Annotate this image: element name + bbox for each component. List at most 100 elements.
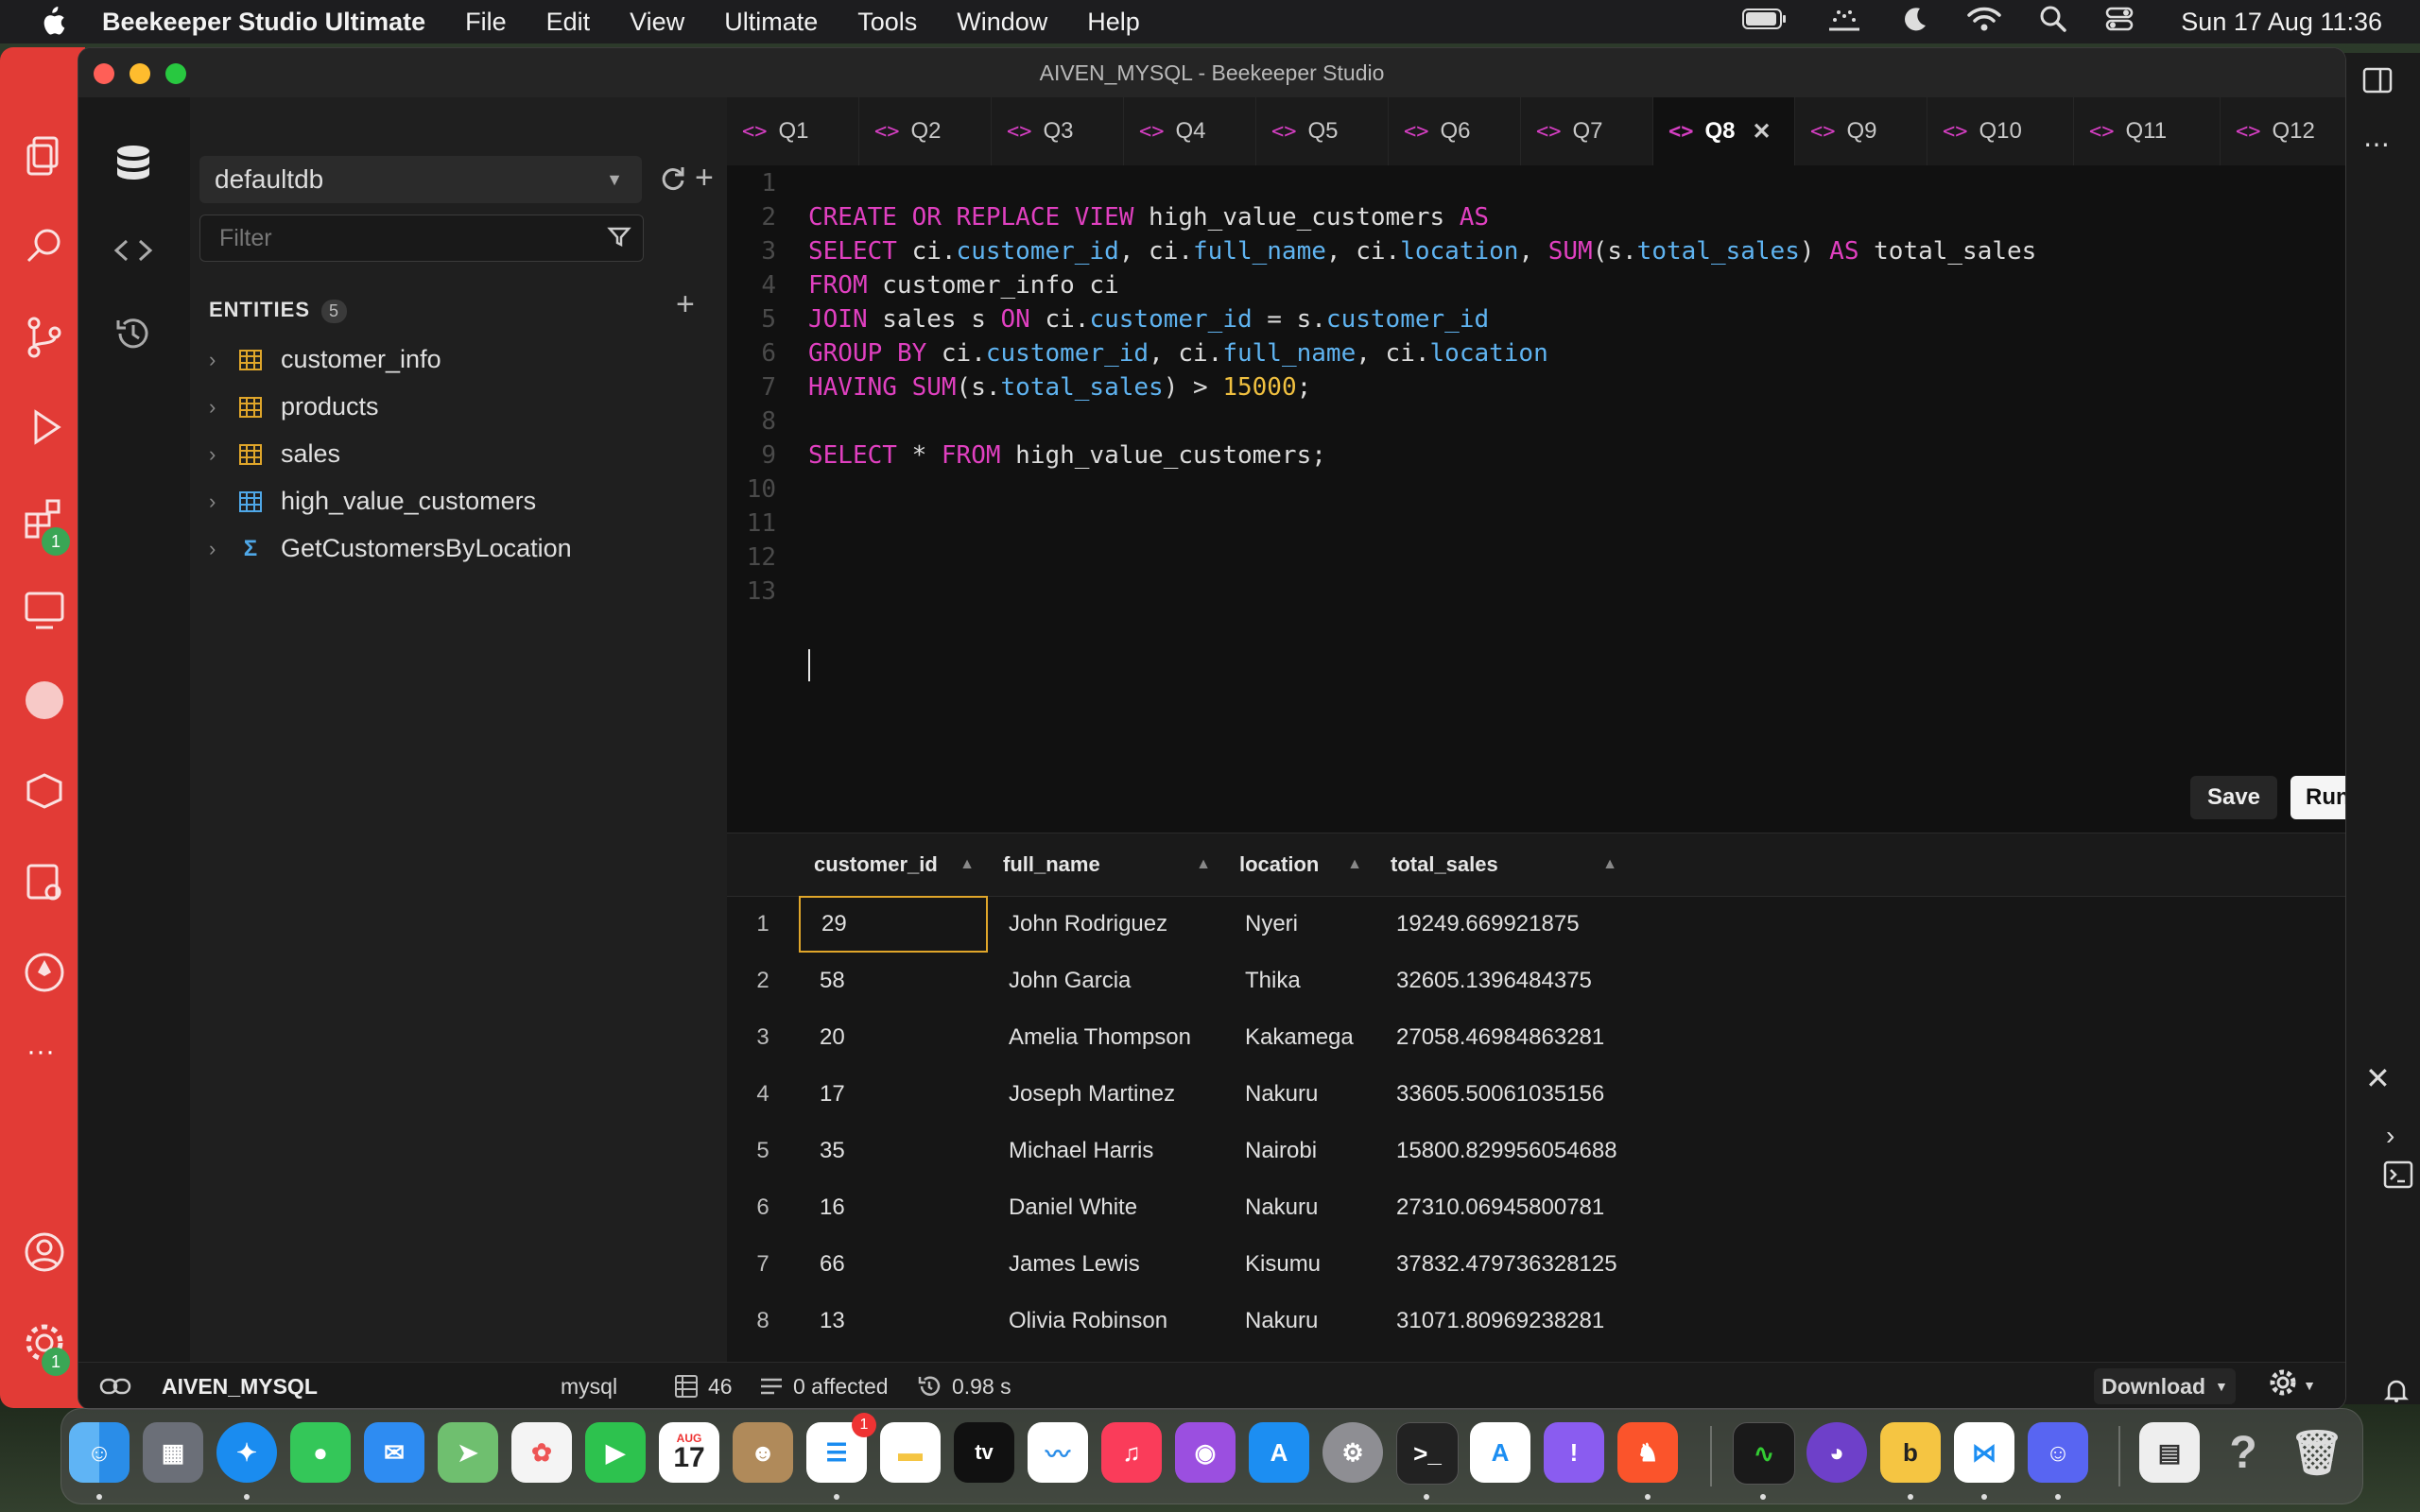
maps-icon[interactable]: ➤ bbox=[438, 1422, 498, 1483]
display-icon[interactable] bbox=[1825, 5, 1863, 40]
table-row[interactable]: 6 16 Daniel White Nakuru 27310.06945800781 bbox=[727, 1179, 2345, 1236]
photos-icon[interactable]: ✿ bbox=[511, 1422, 572, 1483]
add-connection-icon[interactable]: + bbox=[695, 160, 714, 197]
moon-icon[interactable] bbox=[1901, 5, 1929, 40]
menu-window[interactable]: Window bbox=[957, 8, 1047, 37]
entity-products[interactable]: › products bbox=[209, 392, 379, 421]
database-icon[interactable] bbox=[105, 135, 162, 192]
chevron-right-icon[interactable]: › bbox=[209, 348, 237, 372]
table-row[interactable]: 4 17 Joseph Martinez Nakuru 33605.5006103515… bbox=[727, 1066, 2345, 1123]
translate-icon[interactable]: A bbox=[1470, 1422, 1530, 1483]
table-cell[interactable]: Thika bbox=[1224, 953, 1375, 1009]
control-center-icon[interactable] bbox=[2105, 5, 2134, 40]
tab-q10[interactable]: <> Q10 bbox=[1927, 97, 2074, 165]
battery-icon[interactable] bbox=[1742, 8, 1788, 37]
table-cell[interactable]: Amelia Thompson bbox=[988, 1009, 1224, 1066]
clock[interactable]: Sun 17 Aug 11:36 bbox=[2181, 8, 2382, 37]
table-cell[interactable]: 31071.80969238281 bbox=[1375, 1293, 1659, 1349]
query-code-icon[interactable] bbox=[105, 222, 162, 279]
docker-icon[interactable] bbox=[21, 858, 68, 905]
remote-explorer-icon[interactable] bbox=[21, 586, 68, 633]
gitlens-icon[interactable] bbox=[21, 677, 68, 724]
add-entity-icon[interactable]: + bbox=[676, 286, 695, 323]
sort-arrow-icon[interactable]: ▲ bbox=[959, 856, 975, 873]
table-row[interactable]: 5 35 Michael Harris Nairobi 15800.8299560546… bbox=[727, 1123, 2345, 1179]
files-icon[interactable] bbox=[21, 132, 68, 180]
finder-icon[interactable]: ☺ bbox=[69, 1422, 130, 1483]
table-row[interactable]: 3 20 Amelia Thompson Kakamega 27058.46984863… bbox=[727, 1009, 2345, 1066]
tab-q11[interactable]: <> Q11 bbox=[2074, 97, 2221, 165]
github-icon[interactable]: ◕ bbox=[1806, 1422, 1867, 1483]
table-row[interactable]: 7 66 James Lewis Kisumu 37832.479736328125 bbox=[727, 1236, 2345, 1293]
more-icon[interactable]: ··· bbox=[26, 1036, 55, 1068]
tab-q12[interactable]: <> Q12 bbox=[2221, 97, 2329, 165]
sort-arrow-icon[interactable]: ▲ bbox=[1602, 856, 1617, 873]
column-header-location[interactable]: location ▲ bbox=[1224, 833, 1375, 896]
menu-edit[interactable]: Edit bbox=[546, 8, 591, 37]
sql-editor[interactable]: 1 2 3 4 5 6 7 8 9 10 11 12 13 CREATE OR … bbox=[727, 165, 2345, 833]
music-icon[interactable]: ♫ bbox=[1101, 1422, 1162, 1483]
notification-bell-icon[interactable] bbox=[2382, 1376, 2411, 1409]
contacts-icon[interactable]: ☻ bbox=[733, 1422, 793, 1483]
app-store-icon[interactable]: A bbox=[1249, 1422, 1309, 1483]
table-cell[interactable]: John Rodriguez bbox=[988, 896, 1224, 953]
sort-arrow-icon[interactable]: ▲ bbox=[1196, 856, 1211, 873]
table-cell[interactable]: Kisumu bbox=[1224, 1236, 1375, 1293]
trash-icon[interactable]: 🗑 bbox=[2287, 1422, 2347, 1483]
chevron-right-icon[interactable]: › bbox=[209, 490, 237, 514]
zoom-window-button[interactable] bbox=[165, 63, 186, 84]
refresh-icon[interactable] bbox=[659, 163, 687, 197]
save-button[interactable]: Save bbox=[2190, 776, 2277, 819]
launchpad-icon[interactable]: ▦ bbox=[143, 1422, 203, 1483]
entity-sales[interactable]: › sales bbox=[209, 439, 340, 469]
minimize-window-button[interactable] bbox=[130, 63, 150, 84]
tab-q7[interactable]: <> Q7 bbox=[1521, 97, 1653, 165]
table-cell[interactable]: 27310.06945800781 bbox=[1375, 1179, 1659, 1236]
tab-q2[interactable]: <> Q2 bbox=[859, 97, 992, 165]
table-cell[interactable]: Nakuru bbox=[1224, 1066, 1375, 1123]
calendar-icon[interactable]: AUG 17 bbox=[659, 1422, 719, 1483]
result-settings-button[interactable]: ▼ bbox=[2264, 1366, 2321, 1404]
sort-arrow-icon[interactable]: ▲ bbox=[1347, 856, 1362, 873]
beekeeper-icon[interactable]: b bbox=[1880, 1422, 1941, 1483]
entity-customer-info[interactable]: › customer_info bbox=[209, 345, 441, 374]
filter-funnel-icon[interactable] bbox=[607, 225, 631, 256]
column-header-customer-id[interactable]: customer_id ▲ bbox=[799, 833, 988, 896]
entity-high-value-customers[interactable]: › high_value_customers bbox=[209, 487, 536, 516]
account-icon[interactable] bbox=[21, 1228, 68, 1276]
help-icon[interactable]: ? bbox=[2213, 1422, 2273, 1483]
entity-get-customers-by-location[interactable]: › Σ GetCustomersByLocation bbox=[209, 534, 572, 563]
table-row[interactable]: 1 29 John Rodriguez Nyeri 19249.669921875 bbox=[727, 896, 2345, 953]
table-cell[interactable]: Olivia Robinson bbox=[988, 1293, 1224, 1349]
tab-q4[interactable]: <> Q4 bbox=[1124, 97, 1256, 165]
wifi-icon[interactable] bbox=[1967, 5, 2002, 40]
feedback-icon[interactable]: ! bbox=[1544, 1422, 1604, 1483]
table-cell[interactable]: 37832.479736328125 bbox=[1375, 1236, 1659, 1293]
terminal-icon[interactable]: >_ bbox=[1396, 1422, 1459, 1485]
table-cell[interactable]: 15800.829956054688 bbox=[1375, 1123, 1659, 1179]
document-icon[interactable]: ▤ bbox=[2139, 1422, 2200, 1483]
chevron-right-icon[interactable]: › bbox=[209, 442, 237, 467]
apple-menu-icon[interactable] bbox=[36, 6, 68, 38]
chevron-right-icon[interactable]: › bbox=[2386, 1121, 2394, 1151]
system-settings-icon[interactable]: ⚙ bbox=[1322, 1422, 1383, 1483]
table-cell[interactable]: 19249.669921875 bbox=[1375, 896, 1659, 953]
mail-icon[interactable]: ✉ bbox=[364, 1422, 424, 1483]
table-cell[interactable]: 20 bbox=[799, 1009, 988, 1066]
chevron-right-icon[interactable]: › bbox=[209, 395, 237, 420]
search-icon[interactable] bbox=[2039, 5, 2067, 40]
ethereum-icon[interactable] bbox=[21, 949, 68, 996]
table-row[interactable]: 2 58 John Garcia Thika 32605.1396484375 bbox=[727, 953, 2345, 1009]
chevron-right-icon[interactable]: › bbox=[209, 537, 237, 561]
tab-q6[interactable]: <> Q6 bbox=[1389, 97, 1521, 165]
connection-name[interactable]: AIVEN_MYSQL bbox=[162, 1363, 318, 1409]
table-cell[interactable]: Daniel White bbox=[988, 1179, 1224, 1236]
table-cell[interactable]: 27058.46984863281 bbox=[1375, 1009, 1659, 1066]
table-cell[interactable]: 58 bbox=[799, 953, 988, 1009]
freeform-icon[interactable]: 〰 bbox=[1028, 1422, 1088, 1483]
search-icon[interactable] bbox=[21, 223, 68, 270]
tab-q9[interactable]: <> Q9 bbox=[1795, 97, 1927, 165]
column-header-full-name[interactable]: full_name ▲ bbox=[988, 833, 1224, 896]
discord-icon[interactable]: ☺ bbox=[2028, 1422, 2088, 1483]
notes-icon[interactable]: ▬ bbox=[880, 1422, 941, 1483]
